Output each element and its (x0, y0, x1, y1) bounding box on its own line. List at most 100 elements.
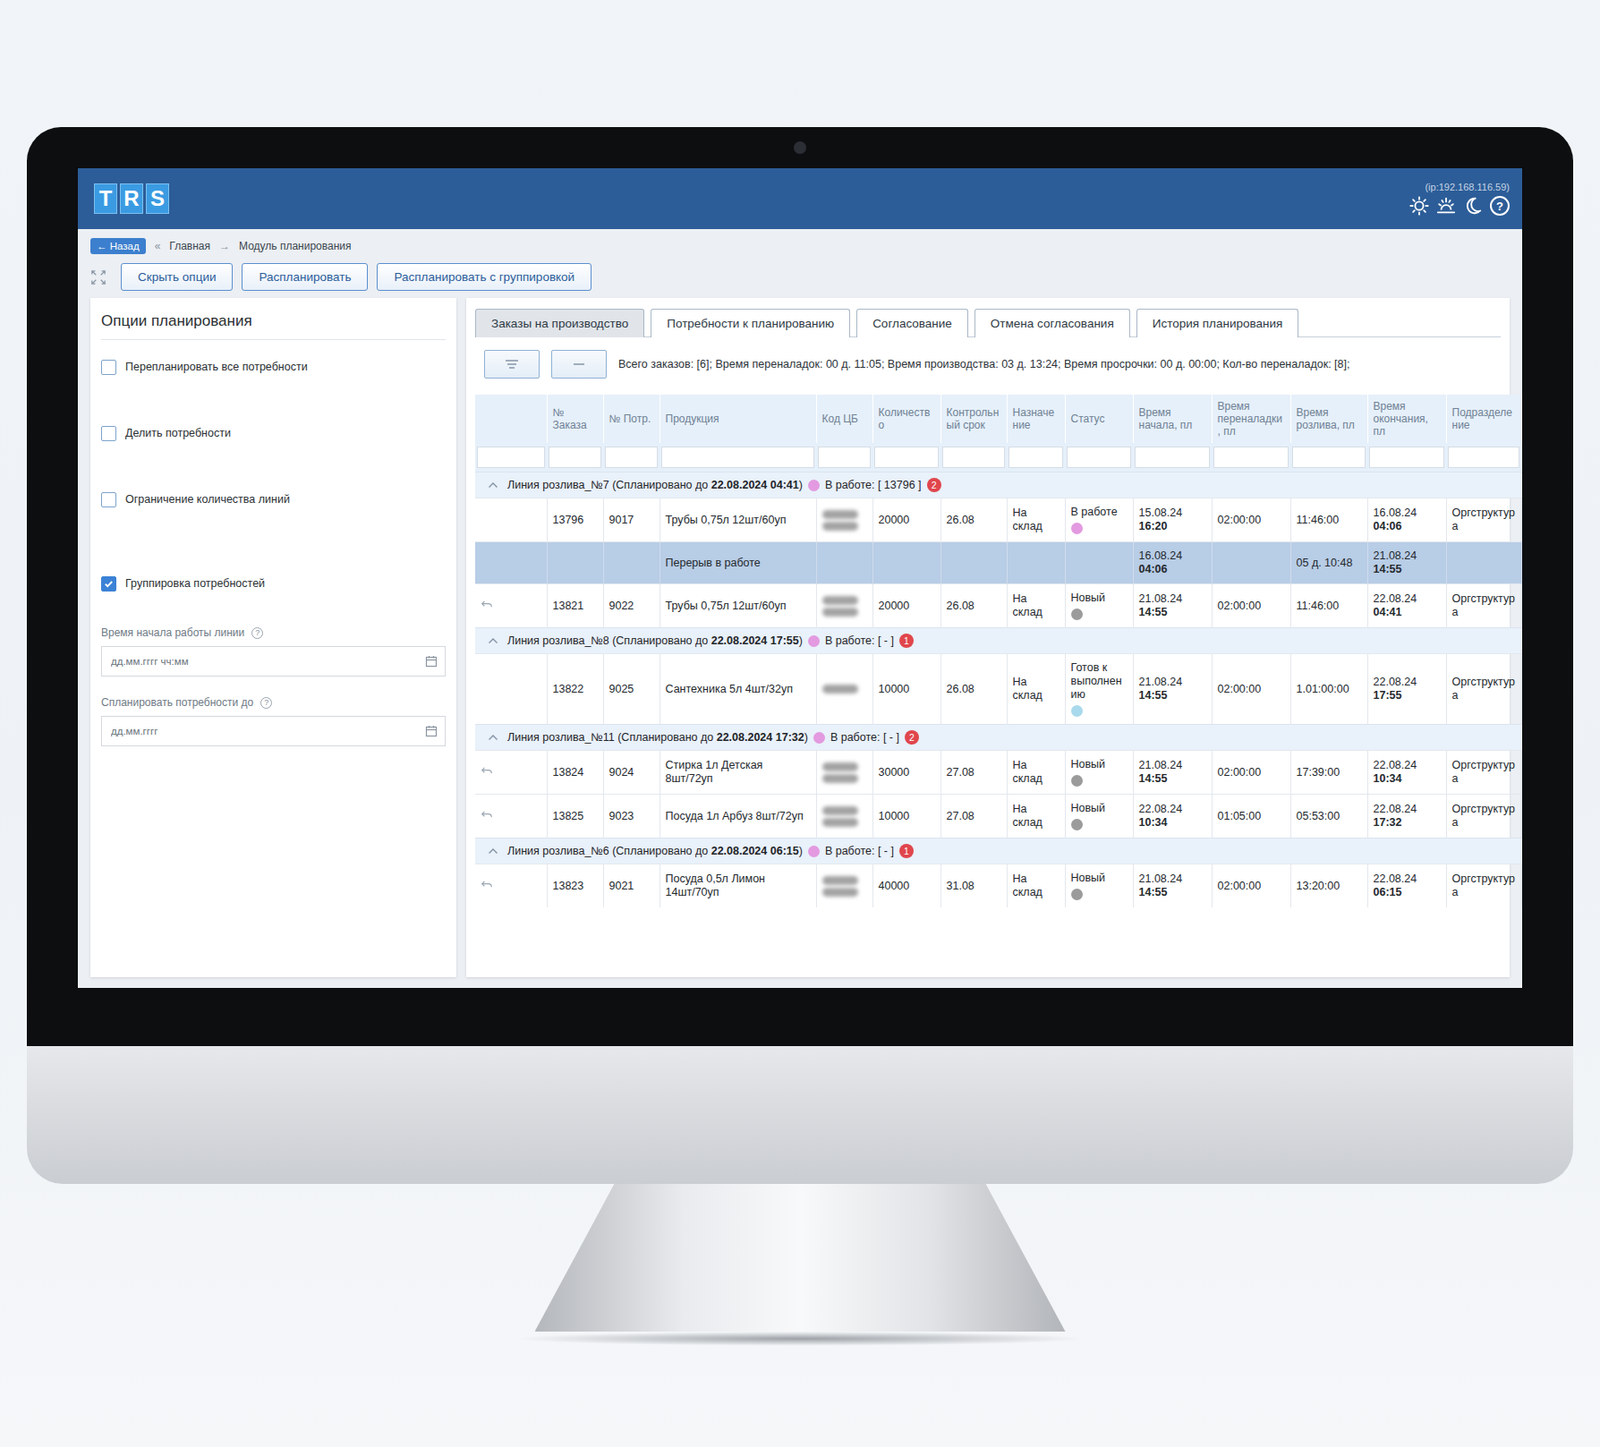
undo-icon[interactable] (480, 765, 494, 776)
need-number[interactable]: 9024 (603, 750, 660, 795)
need-number[interactable]: 9025 (603, 654, 660, 725)
chevron-icon[interactable] (487, 847, 499, 855)
chevron-icon[interactable] (487, 481, 499, 489)
action-button[interactable]: Распланировать с группировкой (376, 263, 592, 291)
filter-input[interactable] (661, 446, 815, 469)
filter-input[interactable] (604, 446, 658, 469)
undo-icon[interactable] (480, 879, 494, 890)
order-number[interactable]: 13822 (546, 654, 604, 725)
calendar-icon[interactable] (425, 724, 438, 738)
need-number[interactable]: 9023 (603, 794, 660, 839)
column-header[interactable]: Статус (1064, 394, 1133, 443)
column-header[interactable]: Код ЦБ (816, 394, 873, 443)
group-row[interactable]: Линия розлива_№7 (Спланировано до 22.08.… (475, 472, 1522, 499)
need-number[interactable]: 9021 (603, 864, 660, 909)
filter-input[interactable] (1292, 446, 1366, 469)
blurred-code (822, 510, 859, 520)
filter-input[interactable] (1066, 446, 1132, 469)
column-header[interactable]: Время окончания, пл (1367, 394, 1447, 443)
column-header[interactable]: Назначение (1006, 394, 1065, 443)
column-header[interactable]: Контрольный срок (940, 394, 1007, 443)
order-row[interactable]: 138229025Сантехника 5л 4шт/32уп1000026.0… (475, 654, 1522, 725)
column-header[interactable]: № Заказа (546, 394, 604, 443)
calendar-icon[interactable] (425, 655, 438, 668)
help-button[interactable]: ? (1489, 195, 1510, 216)
order-row[interactable]: 137969017Трубы 0,75л 12шт/60уп2000026.08… (475, 498, 1522, 543)
checkbox[interactable] (101, 359, 117, 375)
filter-input[interactable] (1008, 446, 1064, 469)
column-header[interactable] (475, 394, 547, 443)
checkbox-row[interactable]: Ограничение количества линий (101, 488, 446, 511)
column-header[interactable]: Количество (872, 394, 941, 443)
filter-input[interactable] (1447, 446, 1520, 469)
undo-icon[interactable] (480, 599, 494, 610)
tab[interactable]: История планирования (1136, 308, 1300, 338)
order-number[interactable]: 13823 (546, 864, 604, 909)
order-number[interactable]: 13824 (546, 750, 604, 795)
need-number[interactable]: 9017 (603, 498, 660, 543)
filter-input[interactable] (1134, 446, 1210, 469)
checkbox[interactable] (101, 492, 117, 508)
status-cell: Новый (1064, 584, 1133, 629)
help-icon[interactable]: ? (251, 627, 264, 639)
back-button[interactable]: ← Назад (90, 238, 146, 255)
order-row[interactable]: 138239021Посуда 0,5л Лимон 14шт/70уп4000… (475, 864, 1522, 909)
tab[interactable]: Потребности к планированию (650, 308, 851, 338)
logo[interactable]: TRS (93, 183, 170, 214)
date-input-box[interactable] (109, 655, 426, 668)
order-number[interactable]: 13796 (546, 498, 604, 543)
order-row[interactable]: 138259023Посуда 1л Арбуз 8шт/72уп1000027… (475, 794, 1522, 839)
column-header[interactable]: Продукция (659, 394, 817, 443)
checkbox-row[interactable]: Делить потребности (101, 422, 446, 444)
column-header[interactable]: Подразделение (1446, 394, 1522, 443)
group-row[interactable]: Линия розлива_№11 (Спланировано до 22.08… (475, 724, 1522, 751)
date-input-box[interactable] (109, 724, 426, 738)
filter-input[interactable] (1213, 446, 1289, 469)
order-number[interactable]: 13825 (546, 794, 604, 839)
action-button[interactable]: Распланировать (241, 263, 368, 291)
break-row[interactable]: Перерыв в работе16.08.2404:0605 д. 10:48… (475, 542, 1522, 585)
group-in-work: В работе: [ - ] (830, 731, 900, 744)
date-input[interactable] (101, 646, 446, 677)
chevron-icon[interactable] (487, 733, 499, 741)
moon-icon[interactable] (1463, 195, 1483, 216)
filter-input[interactable] (817, 446, 871, 469)
collapse-all-button[interactable] (551, 349, 607, 379)
expand-all-button[interactable] (484, 349, 540, 379)
group-row[interactable]: Линия розлива_№6 (Спланировано до 22.08.… (475, 838, 1522, 865)
filter-cell (1446, 442, 1522, 473)
tab[interactable]: Отмена согласования (974, 308, 1131, 338)
undo-icon[interactable] (480, 809, 494, 820)
filter-input[interactable] (942, 446, 1005, 469)
column-header[interactable]: Время переналадки, пл (1211, 394, 1291, 443)
filter-input[interactable] (1369, 446, 1445, 469)
sunrise-icon[interactable] (1436, 195, 1456, 216)
sun-icon[interactable] (1409, 195, 1430, 216)
breadcrumb-item[interactable]: Главная (169, 239, 211, 253)
checkbox-row[interactable]: Группировка потребностей (101, 572, 446, 595)
order-row[interactable]: 138219022Трубы 0,75л 12шт/60уп2000026.08… (475, 584, 1522, 629)
checkbox[interactable] (101, 576, 117, 592)
chevron-icon[interactable] (487, 637, 499, 645)
help-icon[interactable]: ? (260, 697, 273, 709)
order-row[interactable]: 138249024Стирка 1л Детская 8шт/72уп30000… (475, 750, 1522, 795)
expand-icon[interactable] (90, 269, 107, 286)
column-header[interactable]: Время розлива, пл (1290, 394, 1368, 443)
filter-input[interactable] (874, 446, 939, 469)
group-row[interactable]: Линия розлива_№8 (Спланировано до 22.08.… (475, 628, 1522, 655)
filter-input[interactable] (476, 446, 545, 469)
checkbox-row[interactable]: Перепланировать все потребности (101, 356, 446, 378)
need-number[interactable]: 9022 (603, 584, 660, 629)
filter-input[interactable] (548, 446, 602, 469)
code-cell (816, 498, 873, 543)
column-header[interactable]: № Потр. (603, 394, 660, 443)
end-cell: 21.08.2414:55 (1367, 542, 1447, 585)
checkbox[interactable] (101, 425, 117, 442)
tab[interactable]: Заказы на производство (475, 308, 645, 338)
order-number[interactable]: 13821 (546, 584, 604, 629)
monitor: TRS(ip:192.168.116.59)?← Назад«Главная→М… (26, 127, 1574, 1184)
column-header[interactable]: Время начала, пл (1132, 394, 1212, 443)
action-button[interactable]: Скрыть опции (120, 263, 233, 291)
date-input[interactable] (101, 715, 446, 747)
tab[interactable]: Согласование (856, 308, 969, 338)
